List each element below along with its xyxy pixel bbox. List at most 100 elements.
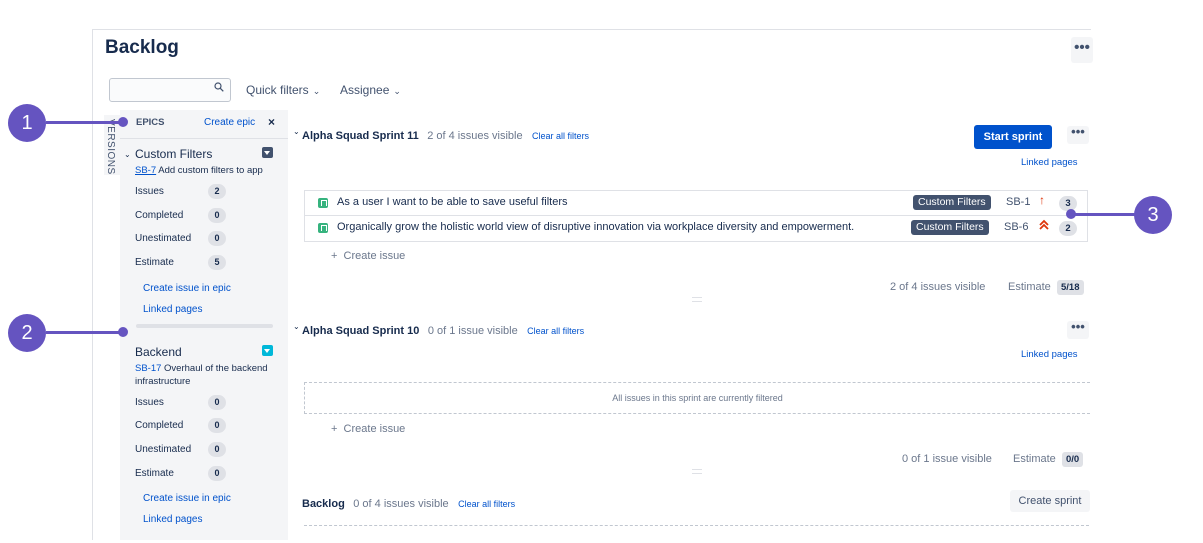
callout-2: 2: [8, 314, 46, 352]
sprint-more-button[interactable]: •••: [1067, 125, 1089, 144]
stat-label: Issues: [135, 397, 164, 408]
epic-desc-text: Add custom filters to app: [158, 165, 263, 176]
panel-divider: [120, 138, 288, 139]
callout-line: [46, 331, 120, 334]
estimate-badge: 2: [1059, 221, 1077, 236]
create-sprint-button[interactable]: Create sprint: [1010, 490, 1090, 512]
epic-key-link[interactable]: SB-7: [135, 165, 156, 176]
issue-key[interactable]: SB-1: [1006, 196, 1030, 208]
callout-3: 3: [1134, 196, 1172, 234]
sprint-name: Alpha Squad Sprint 10: [302, 325, 420, 337]
versions-tab-label: VERSIONS: [105, 119, 116, 175]
stat-badge: 2: [208, 184, 226, 199]
issue-row[interactable]: As a user I want to be able to save usef…: [305, 191, 1087, 216]
start-sprint-button[interactable]: Start sprint: [974, 125, 1052, 149]
stat-label: Estimate: [135, 257, 174, 268]
sprint-header: Alpha Squad Sprint 10 0 of 1 issue visib…: [302, 321, 584, 339]
create-issue-in-epic-link[interactable]: Create issue in epic: [143, 493, 231, 504]
linked-pages-link[interactable]: Linked pages: [143, 304, 203, 315]
callout-1: 1: [8, 104, 46, 142]
chevron-down-icon: ⌄: [312, 86, 321, 96]
create-issue-label: Create issue: [343, 250, 406, 262]
issue-row[interactable]: Organically grow the holistic world view…: [305, 216, 1087, 240]
filtered-note: All issues in this sprint are currently …: [612, 393, 783, 403]
sprint-header: Alpha Squad Sprint 11 2 of 4 issues visi…: [302, 126, 589, 144]
sprint-footer-estimate-label: Estimate: [1008, 281, 1051, 293]
callout-line: [1072, 213, 1136, 216]
create-issue-button[interactable]: + Create issue: [331, 423, 405, 435]
sprint-footer-estimate-label: Estimate: [1013, 453, 1056, 465]
chevron-down-icon[interactable]: ⌄: [293, 322, 300, 331]
issue-key[interactable]: SB-6: [1004, 221, 1028, 233]
issue-summary[interactable]: Organically grow the holistic world view…: [337, 221, 854, 233]
stat-label: Completed: [135, 420, 184, 431]
stat-badge: 0: [208, 466, 226, 481]
linked-pages-link[interactable]: Linked pages: [143, 514, 203, 525]
clear-filters-link[interactable]: Clear all filters: [458, 499, 515, 509]
stat-badge: 0: [208, 208, 226, 223]
chevron-down-icon[interactable]: ⌄: [124, 150, 131, 159]
page-title: Backlog: [105, 37, 179, 58]
double-chevron-up-icon: [1039, 219, 1049, 230]
clear-filters-link[interactable]: Clear all filters: [532, 131, 589, 141]
epic-menu-icon[interactable]: [262, 147, 273, 158]
stat-label: Completed: [135, 210, 184, 221]
backlog-header: Backlog 0 of 4 issues visible Clear all …: [302, 494, 515, 512]
issue-summary[interactable]: As a user I want to be able to save usef…: [337, 196, 568, 208]
sprint-visible-count: 2 of 4 issues visible: [427, 130, 523, 142]
callout-line: [46, 121, 120, 124]
assignee-dropdown[interactable]: Assignee ⌄: [340, 83, 401, 97]
epics-heading: EPICS: [136, 117, 165, 128]
stat-badge: 0: [208, 418, 226, 433]
backlog-visible-count: 0 of 4 issues visible: [353, 498, 449, 510]
filtered-placeholder: All issues in this sprint are currently …: [304, 382, 1090, 414]
close-icon[interactable]: ×: [268, 115, 275, 129]
drag-handle-icon[interactable]: [692, 297, 702, 302]
create-issue-button[interactable]: + Create issue: [331, 250, 405, 262]
quick-filters-dropdown[interactable]: Quick filters ⌄: [246, 83, 320, 97]
backlog-dropzone: [304, 525, 1089, 527]
epic-name[interactable]: Custom Filters: [135, 147, 212, 161]
sprint-footer-visible: 2 of 4 issues visible: [890, 281, 986, 293]
chevron-down-icon: ⌄: [393, 86, 401, 96]
stat-badge: 5: [208, 255, 226, 270]
stat-label: Unestimated: [135, 444, 192, 455]
linked-pages-link[interactable]: Linked pages: [1021, 157, 1078, 168]
stat-label: Estimate: [135, 468, 174, 479]
stat-label: Issues: [135, 186, 164, 197]
story-icon: [318, 198, 328, 208]
issue-list: As a user I want to be able to save usef…: [304, 190, 1088, 242]
epic-name[interactable]: Backend: [135, 345, 182, 359]
epic-divider: [136, 324, 273, 328]
stat-badge: 0: [208, 395, 226, 410]
assignee-label: Assignee: [340, 83, 390, 97]
sprint-estimate-badge: 5/18: [1057, 280, 1084, 295]
linked-pages-link[interactable]: Linked pages: [1021, 349, 1078, 360]
epic-key-link[interactable]: SB-17: [135, 363, 161, 374]
story-icon: [318, 223, 328, 233]
epic-menu-icon[interactable]: [262, 345, 273, 356]
sprint-visible-count: 0 of 1 issue visible: [427, 325, 518, 337]
chevron-down-icon[interactable]: ⌄: [293, 127, 300, 136]
sprint-name: Alpha Squad Sprint 11: [302, 130, 419, 142]
search-input[interactable]: [109, 78, 231, 102]
create-issue-in-epic-link[interactable]: Create issue in epic: [143, 283, 231, 294]
search-icon: [214, 82, 224, 92]
epic-lozenge[interactable]: Custom Filters: [913, 195, 991, 210]
priority-highest-icon: [1039, 219, 1049, 234]
sprint-more-button[interactable]: •••: [1067, 320, 1089, 339]
create-issue-label: Create issue: [343, 423, 406, 435]
clear-filters-link[interactable]: Clear all filters: [527, 326, 584, 336]
create-epic-link[interactable]: Create epic: [204, 117, 255, 128]
epic-description: SB-7 Add custom filters to app: [135, 164, 285, 177]
callout-dot: [1066, 209, 1076, 219]
drag-handle-icon[interactable]: [692, 469, 702, 474]
stat-badge: 0: [208, 442, 226, 457]
page-more-button[interactable]: •••: [1071, 37, 1093, 63]
stat-badge: 0: [208, 231, 226, 246]
stat-label: Unestimated: [135, 233, 192, 244]
epic-lozenge[interactable]: Custom Filters: [911, 220, 989, 235]
sprint-footer-visible: 0 of 1 issue visible: [902, 453, 992, 465]
backlog-name: Backlog: [302, 498, 345, 510]
priority-high-icon: ↑: [1039, 193, 1045, 207]
